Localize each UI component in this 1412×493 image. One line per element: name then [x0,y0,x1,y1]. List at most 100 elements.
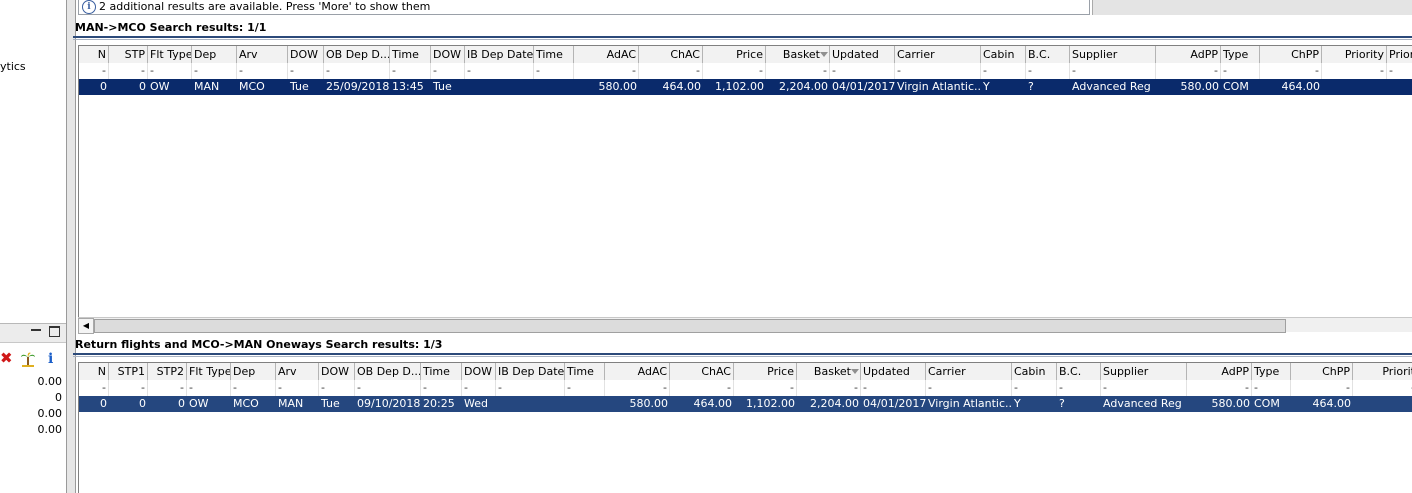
column-header[interactable]: DOW [319,363,355,380]
column-header[interactable]: AdPP [1187,363,1252,380]
filter-cell[interactable]: - [797,380,861,396]
filter-cell[interactable]: - [1387,63,1412,79]
filter-cell[interactable]: - [79,380,109,396]
column-header[interactable]: Arv [237,46,288,63]
outbound-results-grid[interactable]: N STP Flt Type Dep Arv DOW OB Dep D... Time DOW I… [78,45,1412,317]
filter-cell[interactable]: - [288,63,324,79]
palm-tree-icon[interactable] [20,351,36,367]
scroll-left-icon[interactable]: ◀ [78,318,94,334]
filter-cell[interactable]: - [766,63,830,79]
filter-cell[interactable]: - [861,380,926,396]
column-header-row[interactable]: N STP Flt Type Dep Arv DOW OB Dep D... Time DOW I… [79,46,1412,64]
column-header[interactable]: AdAC [574,46,639,63]
delete-icon[interactable]: ✖ [0,351,13,366]
maximize-icon[interactable] [49,326,60,337]
column-header[interactable]: Updated [830,46,895,63]
column-header[interactable]: Flt Type [187,363,231,380]
column-header[interactable]: Flt Type [148,46,192,63]
filter-cell[interactable]: - [534,63,574,79]
column-header[interactable]: OB Dep D... [324,46,390,63]
filter-cell[interactable]: - [237,63,288,79]
filter-cell[interactable]: - [431,63,465,79]
filter-cell[interactable]: - [496,380,565,396]
info-icon[interactable]: i [48,351,53,367]
filter-cell[interactable]: - [1156,63,1221,79]
filter-cell[interactable]: - [355,380,421,396]
filter-cell[interactable]: - [574,63,639,79]
column-header[interactable]: B.C. [1026,46,1070,63]
column-header[interactable]: ChPP [1291,363,1353,380]
column-header[interactable]: IB Dep Date [496,363,565,380]
column-header[interactable]: Type [1252,363,1291,380]
filter-cell[interactable]: - [1026,63,1070,79]
column-header[interactable]: Arv [276,363,319,380]
column-header[interactable]: Supplier [1070,46,1156,63]
filter-cell[interactable]: - [276,380,319,396]
filter-cell[interactable]: - [148,380,187,396]
filter-cell[interactable]: - [605,380,670,396]
column-header[interactable]: N [79,363,109,380]
filter-cell[interactable]: - [926,380,1012,396]
column-header[interactable]: STP [109,46,148,63]
filter-cell[interactable]: - [639,63,703,79]
filter-cell[interactable]: - [465,63,534,79]
column-header[interactable]: DOW [288,46,324,63]
column-header[interactable]: Cabin [1012,363,1057,380]
filter-cell[interactable]: - [1260,63,1322,79]
filter-cell[interactable]: - [109,380,148,396]
column-header[interactable]: STP2 [148,363,187,380]
filter-cell[interactable]: - [462,380,496,396]
column-header[interactable]: Priorit [1353,363,1412,380]
filter-cell[interactable]: - [1187,380,1252,396]
filter-cell[interactable]: - [187,380,231,396]
filter-cell[interactable]: - [79,63,109,79]
filter-cell[interactable]: - [1221,63,1260,79]
column-header[interactable]: Price [734,363,797,380]
column-header[interactable]: Updated [861,363,926,380]
filter-cell[interactable]: - [895,63,981,79]
filter-cell[interactable]: - [703,63,766,79]
filter-cell[interactable]: - [830,63,895,79]
filter-cell[interactable]: - [1070,63,1156,79]
column-header[interactable]: ChPP [1260,46,1322,63]
filter-cell[interactable]: - [1322,63,1387,79]
filter-cell[interactable]: - [109,63,148,79]
filter-cell[interactable]: - [1012,380,1057,396]
column-header[interactable]: Supplier [1101,363,1187,380]
filter-cell[interactable]: - [231,380,276,396]
filter-cell[interactable]: - [192,63,237,79]
filter-cell[interactable]: - [1353,380,1412,396]
filter-cell[interactable]: - [565,380,605,396]
column-header[interactable]: Carrier [926,363,1012,380]
filter-cell[interactable]: - [734,380,797,396]
filter-cell[interactable]: - [390,63,431,79]
column-header[interactable]: AdAC [605,363,670,380]
column-header[interactable]: Dep [192,46,237,63]
filter-cell[interactable]: - [1252,380,1291,396]
filter-cell[interactable]: - [981,63,1026,79]
scroll-thumb[interactable] [94,319,1286,333]
filter-cell[interactable]: - [670,380,734,396]
column-header[interactable]: AdPP [1156,46,1221,63]
column-header[interactable]: Basket [797,363,861,380]
column-header[interactable]: Basket [766,46,830,63]
column-header[interactable]: ChAC [639,46,703,63]
column-header[interactable]: STP1 [109,363,148,380]
column-header[interactable]: DOW [462,363,496,380]
filter-row[interactable]: ------------------------- [79,380,1412,397]
column-header[interactable]: Time [565,363,605,380]
table-row[interactable]: 0 0 0 OW MCO MAN Tue 09/10/2018 20:25 Wed 580.00 46… [79,396,1412,412]
filter-cell[interactable]: - [421,380,462,396]
column-header[interactable]: Time [534,46,574,63]
filter-cell[interactable]: - [319,380,355,396]
column-header[interactable]: Priorit [1387,46,1412,63]
column-header[interactable]: Time [390,46,431,63]
column-header[interactable]: N [79,46,109,63]
column-header[interactable]: Carrier [895,46,981,63]
column-header[interactable]: B.C. [1057,363,1101,380]
return-results-grid[interactable]: N STP1 STP2 Flt Type Dep Arv DOW OB Dep D... Tim… [78,362,1412,493]
filter-cell[interactable]: - [324,63,390,79]
column-header[interactable]: Type [1221,46,1260,63]
minimize-icon[interactable] [31,329,41,331]
column-header[interactable]: Time [421,363,462,380]
